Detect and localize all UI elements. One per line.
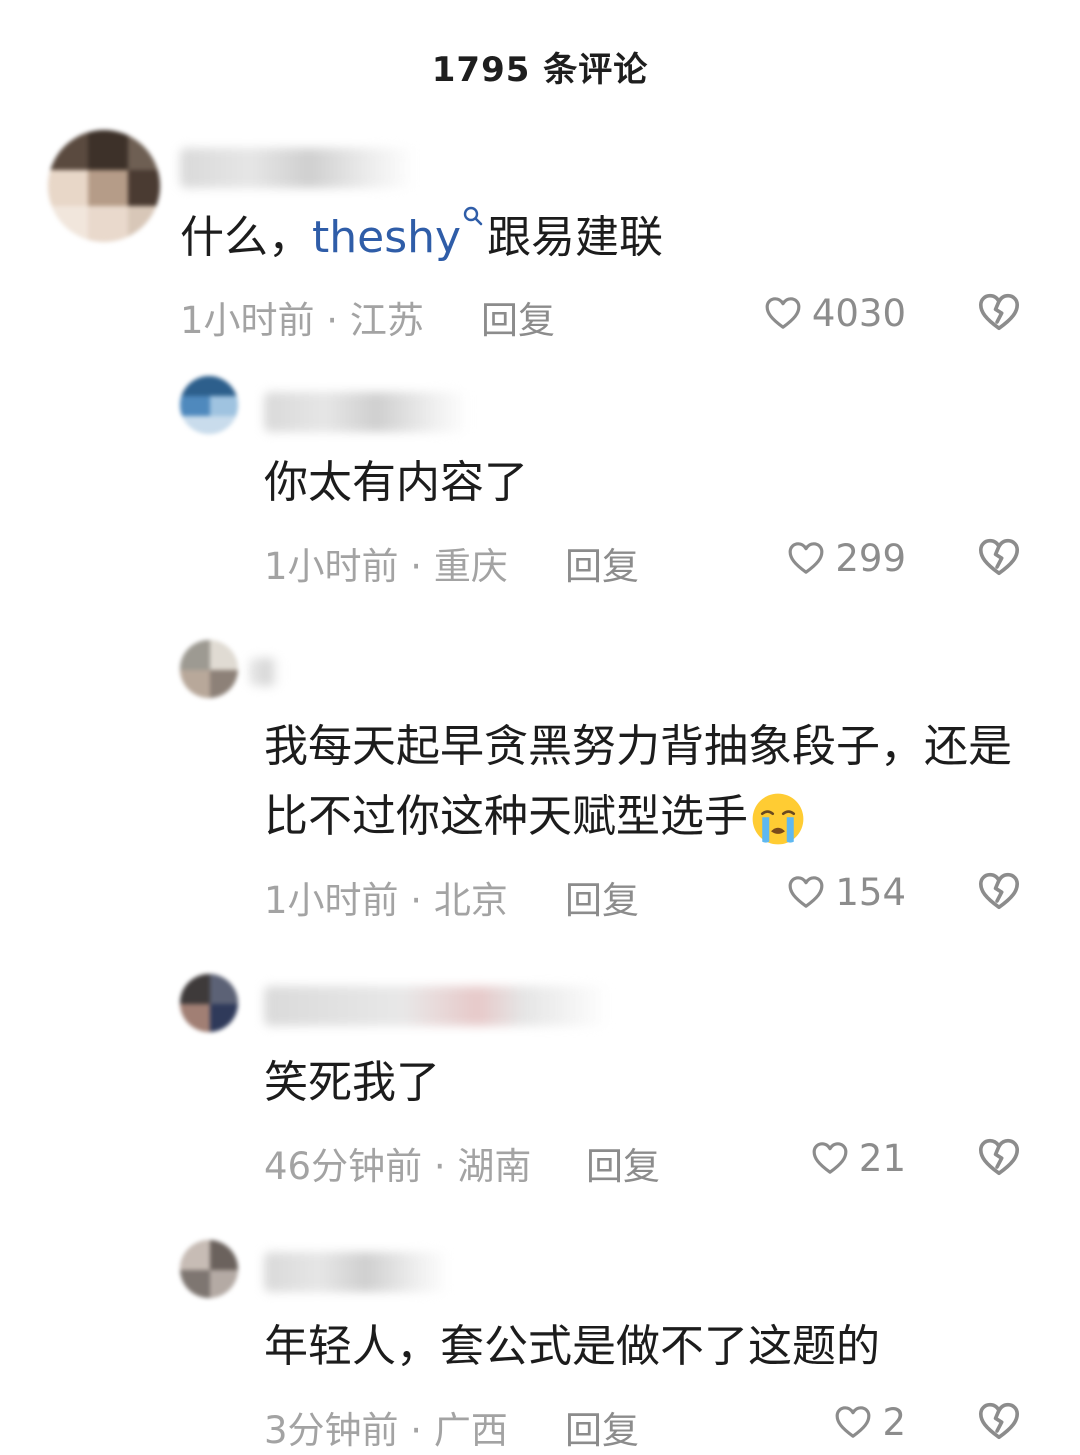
meta-separator: ·	[398, 1409, 434, 1452]
comment-location: 广西	[433, 1409, 508, 1452]
comment-time: 1小时前	[264, 879, 399, 922]
comment-location: 重庆	[433, 545, 508, 588]
comment-location: 江苏	[349, 299, 424, 342]
heart-outline-icon	[812, 1142, 848, 1174]
like-count: 21	[858, 1136, 906, 1180]
avatar[interactable]	[48, 130, 160, 242]
like-count: 2	[882, 1400, 906, 1444]
comment-meta: 1小时前 · 重庆	[264, 536, 508, 590]
username-blurred[interactable]	[264, 986, 609, 1026]
like-button[interactable]: 299	[760, 533, 906, 583]
like-count: 4030	[811, 291, 906, 335]
comment-text: 笑死我了	[264, 1057, 440, 1108]
avatar[interactable]	[180, 1240, 238, 1298]
broken-heart-icon	[978, 538, 1020, 576]
heart-outline-icon	[788, 542, 824, 574]
like-button[interactable]: 21	[760, 1133, 906, 1183]
search-icon[interactable]	[461, 203, 487, 247]
comment-location: 湖南	[457, 1145, 532, 1188]
dislike-button[interactable]	[976, 1134, 1022, 1180]
comment-time: 3分钟前	[264, 1409, 399, 1452]
meta-separator: ·	[398, 545, 434, 588]
mention-link[interactable]: theshy	[312, 212, 461, 263]
comment-text: 我每天起早贪黑努力背抽象段子，还是 比不过你这种天赋型选手	[264, 712, 1012, 852]
reply-button[interactable]: 回复	[586, 1136, 660, 1190]
broken-heart-icon	[978, 1402, 1020, 1440]
like-button[interactable]: 2	[760, 1397, 906, 1447]
comment-time: 1小时前	[264, 545, 399, 588]
username-blurred[interactable]	[264, 392, 469, 432]
dislike-button[interactable]	[976, 868, 1022, 914]
broken-heart-icon	[978, 293, 1020, 331]
username-blurred[interactable]	[264, 1252, 449, 1292]
comment-meta: 1小时前 · 北京	[264, 870, 508, 924]
comment-location: 北京	[433, 879, 508, 922]
comment-time: 1小时前	[180, 299, 315, 342]
reply-button[interactable]: 回复	[565, 536, 639, 590]
reply-button[interactable]: 回复	[565, 1400, 639, 1454]
comment-text: 你太有内容了	[264, 457, 528, 508]
loudly-crying-face-icon	[752, 793, 804, 845]
like-button[interactable]: 4030	[760, 288, 906, 338]
dislike-button[interactable]	[976, 1398, 1022, 1444]
comment-time: 46分钟前	[264, 1145, 423, 1188]
meta-separator: ·	[314, 299, 350, 342]
comment-text-line: 比不过你这种天赋型选手	[264, 782, 1012, 852]
like-button[interactable]: 154	[760, 867, 906, 917]
avatar[interactable]	[180, 376, 238, 434]
comment-meta: 46分钟前 · 湖南	[264, 1136, 531, 1190]
broken-heart-icon	[978, 872, 1020, 910]
comment-text: 年轻人，套公式是做不了这题的	[264, 1321, 880, 1372]
username-blurred[interactable]	[180, 148, 415, 188]
heart-outline-icon	[788, 876, 824, 908]
reply-button[interactable]: 回复	[481, 290, 555, 344]
comment-text-line: 我每天起早贪黑努力背抽象段子，还是	[264, 721, 1012, 772]
meta-separator: ·	[422, 1145, 458, 1188]
username-blurred[interactable]	[250, 658, 280, 686]
dislike-button[interactable]	[976, 534, 1022, 580]
like-count: 154	[835, 870, 906, 914]
avatar[interactable]	[180, 640, 238, 698]
comment-meta: 1小时前 · 江苏	[180, 290, 424, 344]
avatar[interactable]	[180, 974, 238, 1032]
comment-count-title: 1795 条评论	[431, 50, 649, 90]
heart-outline-icon	[765, 297, 801, 329]
reply-button[interactable]: 回复	[565, 870, 639, 924]
dislike-button[interactable]	[976, 289, 1022, 335]
broken-heart-icon	[978, 1138, 1020, 1176]
comment-meta: 3分钟前 · 广西	[264, 1400, 508, 1454]
like-count: 299	[835, 536, 906, 580]
heart-outline-icon	[836, 1406, 871, 1438]
meta-separator: ·	[398, 879, 434, 922]
comment-text: 什么，theshy 跟易建联	[180, 203, 663, 273]
